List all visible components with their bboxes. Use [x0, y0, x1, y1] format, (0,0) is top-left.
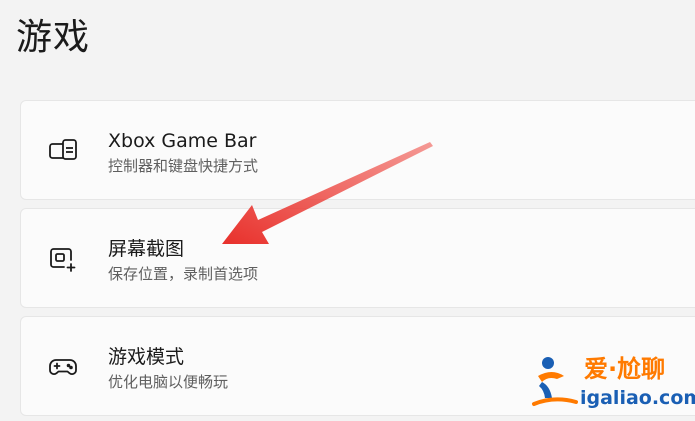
setting-card-xbox-game-bar[interactable]: Xbox Game Bar 控制器和键盘快捷方式 [20, 100, 695, 200]
setting-subtitle: 控制器和键盘快捷方式 [108, 157, 259, 175]
settings-page: 游戏 Xbox Game Bar 控制器和键盘快捷方式 屏幕截图 保存位置，录制… [0, 0, 695, 421]
setting-title: Xbox Game Bar [108, 130, 257, 152]
gamepad-icon [47, 351, 79, 383]
setting-card-screenshot[interactable]: 屏幕截图 保存位置，录制首选项 [20, 208, 695, 308]
watermark-brand: 爱·尬聊 [584, 355, 666, 383]
setting-subtitle: 保存位置，录制首选项 [108, 265, 259, 283]
page-title: 游戏 [16, 17, 91, 58]
watermark: 爱·尬聊 igaliao.com [530, 352, 695, 416]
game-bar-icon [47, 135, 79, 167]
screenshot-icon [47, 243, 79, 275]
watermark-url: igaliao.com [580, 387, 695, 409]
setting-title: 屏幕截图 [108, 238, 185, 260]
watermark-logo-icon [532, 357, 578, 406]
setting-subtitle: 优化电脑以便畅玩 [108, 373, 229, 391]
setting-title: 游戏模式 [108, 346, 185, 368]
